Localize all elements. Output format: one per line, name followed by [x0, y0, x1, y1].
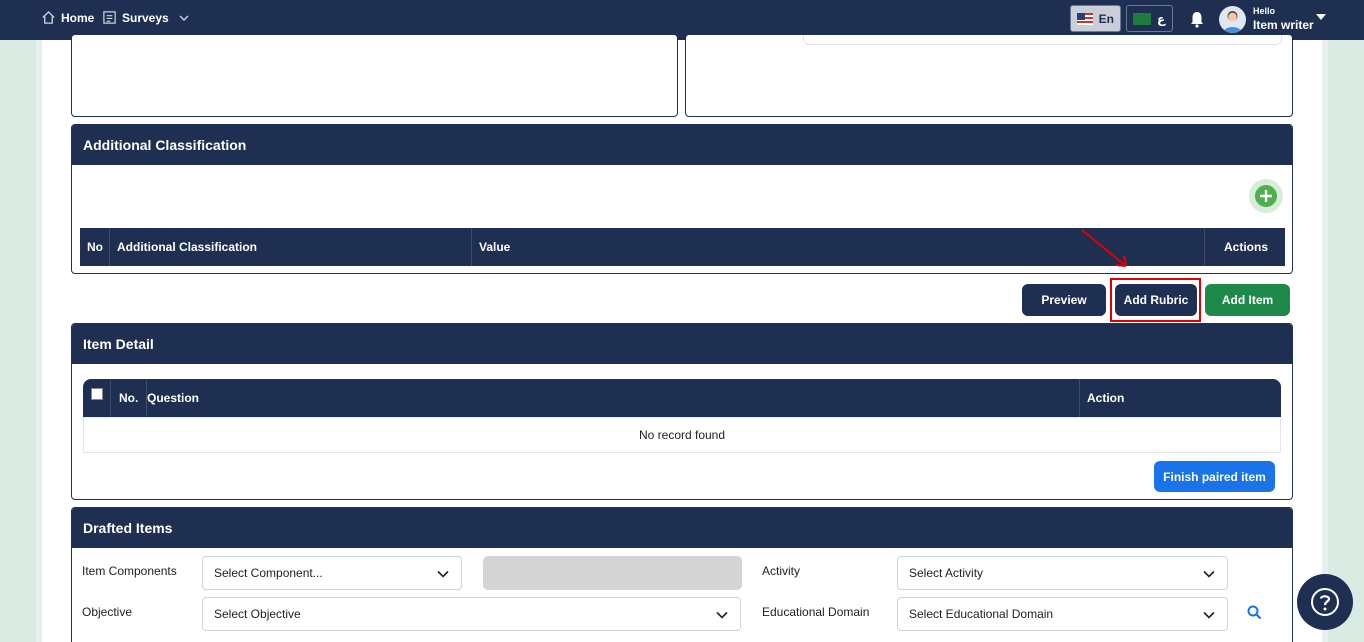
- column-header-number: No.: [111, 379, 147, 417]
- educational-domain-label: Educational Domain: [762, 605, 870, 619]
- nav-surveys-label: Surveys: [122, 10, 169, 25]
- empty-row: No record found: [83, 417, 1281, 453]
- nav-surveys[interactable]: Surveys: [102, 10, 190, 25]
- add-classification-button[interactable]: [1249, 179, 1283, 213]
- empty-message: No record found: [638, 428, 726, 442]
- user-name[interactable]: Item writer: [1253, 18, 1314, 32]
- educational-domain-value: Select Educational Domain: [909, 607, 1054, 621]
- item-detail-title: Item Detail: [72, 324, 1292, 364]
- language-arabic-button[interactable]: ع: [1126, 5, 1173, 32]
- additional-classification-title: Additional Classification: [72, 125, 1292, 165]
- chevron-down-icon: [437, 570, 449, 578]
- nav-home-label: Home: [61, 10, 95, 25]
- select-all-checkbox[interactable]: [90, 388, 103, 400]
- chevron-down-icon: [716, 611, 728, 619]
- column-header-no: No: [80, 228, 110, 266]
- column-header-question: Question: [147, 379, 1080, 417]
- upper-right-input[interactable]: [803, 35, 1282, 45]
- add-rubric-button[interactable]: Add Rubric: [1115, 284, 1197, 316]
- chevron-down-icon: [179, 15, 189, 21]
- search-icon[interactable]: [1247, 605, 1262, 620]
- column-header-action: Action: [1087, 391, 1125, 405]
- item-components-value: Select Component...: [214, 566, 323, 580]
- activity-value: Select Activity: [909, 566, 984, 580]
- user-menu-caret-icon[interactable]: [1316, 14, 1326, 20]
- column-header-additional-classification: Additional Classification: [110, 228, 472, 266]
- avatar[interactable]: [1219, 6, 1246, 33]
- sa-flag-icon: [1133, 12, 1151, 25]
- add-item-button[interactable]: Add Item: [1205, 284, 1290, 316]
- drafted-items-title: Drafted Items: [72, 508, 1292, 548]
- select-all-cell: [83, 379, 111, 417]
- item-detail-panel: Item Detail No. Question Action No recor…: [71, 323, 1293, 500]
- objective-value: Select Objective: [214, 607, 301, 621]
- finish-paired-item-button[interactable]: Finish paired item: [1154, 461, 1275, 492]
- us-flag-icon: [1077, 12, 1093, 25]
- survey-icon: [103, 11, 116, 24]
- help-icon: [1311, 588, 1339, 616]
- language-english-label: En: [1098, 11, 1114, 26]
- help-button[interactable]: [1297, 574, 1353, 630]
- main-content: Additional Classification No Additional …: [36, 34, 1328, 642]
- language-arabic-label: ع: [1157, 11, 1166, 26]
- activity-label: Activity: [762, 564, 801, 578]
- column-header-actions: Actions: [1224, 240, 1269, 254]
- plus-icon: [1255, 185, 1277, 207]
- educational-domain-select[interactable]: Select Educational Domain: [897, 597, 1228, 631]
- greeting-text: Hello: [1253, 6, 1276, 16]
- drafted-items-panel: Drafted Items Item Components Select Com…: [71, 507, 1293, 642]
- upper-left-panel: [71, 34, 678, 117]
- bell-icon[interactable]: [1189, 11, 1205, 28]
- item-components-label: Item Components: [82, 564, 177, 578]
- activity-select[interactable]: Select Activity: [897, 556, 1228, 590]
- language-english-button[interactable]: En: [1070, 5, 1121, 32]
- upper-right-panel: [685, 34, 1293, 117]
- nav-home[interactable]: Home: [41, 10, 94, 25]
- item-detail-table-header: No. Question Action: [83, 379, 1281, 417]
- chevron-down-icon: [1203, 611, 1215, 619]
- objective-label: Objective: [82, 605, 133, 619]
- objective-select[interactable]: Select Objective: [202, 597, 741, 631]
- home-icon: [42, 10, 55, 24]
- annotation-arrow: [1081, 229, 1127, 267]
- item-components-select[interactable]: Select Component...: [202, 556, 462, 590]
- preview-button[interactable]: Preview: [1022, 284, 1106, 316]
- chevron-down-icon: [1203, 570, 1215, 578]
- disabled-input: [483, 556, 742, 590]
